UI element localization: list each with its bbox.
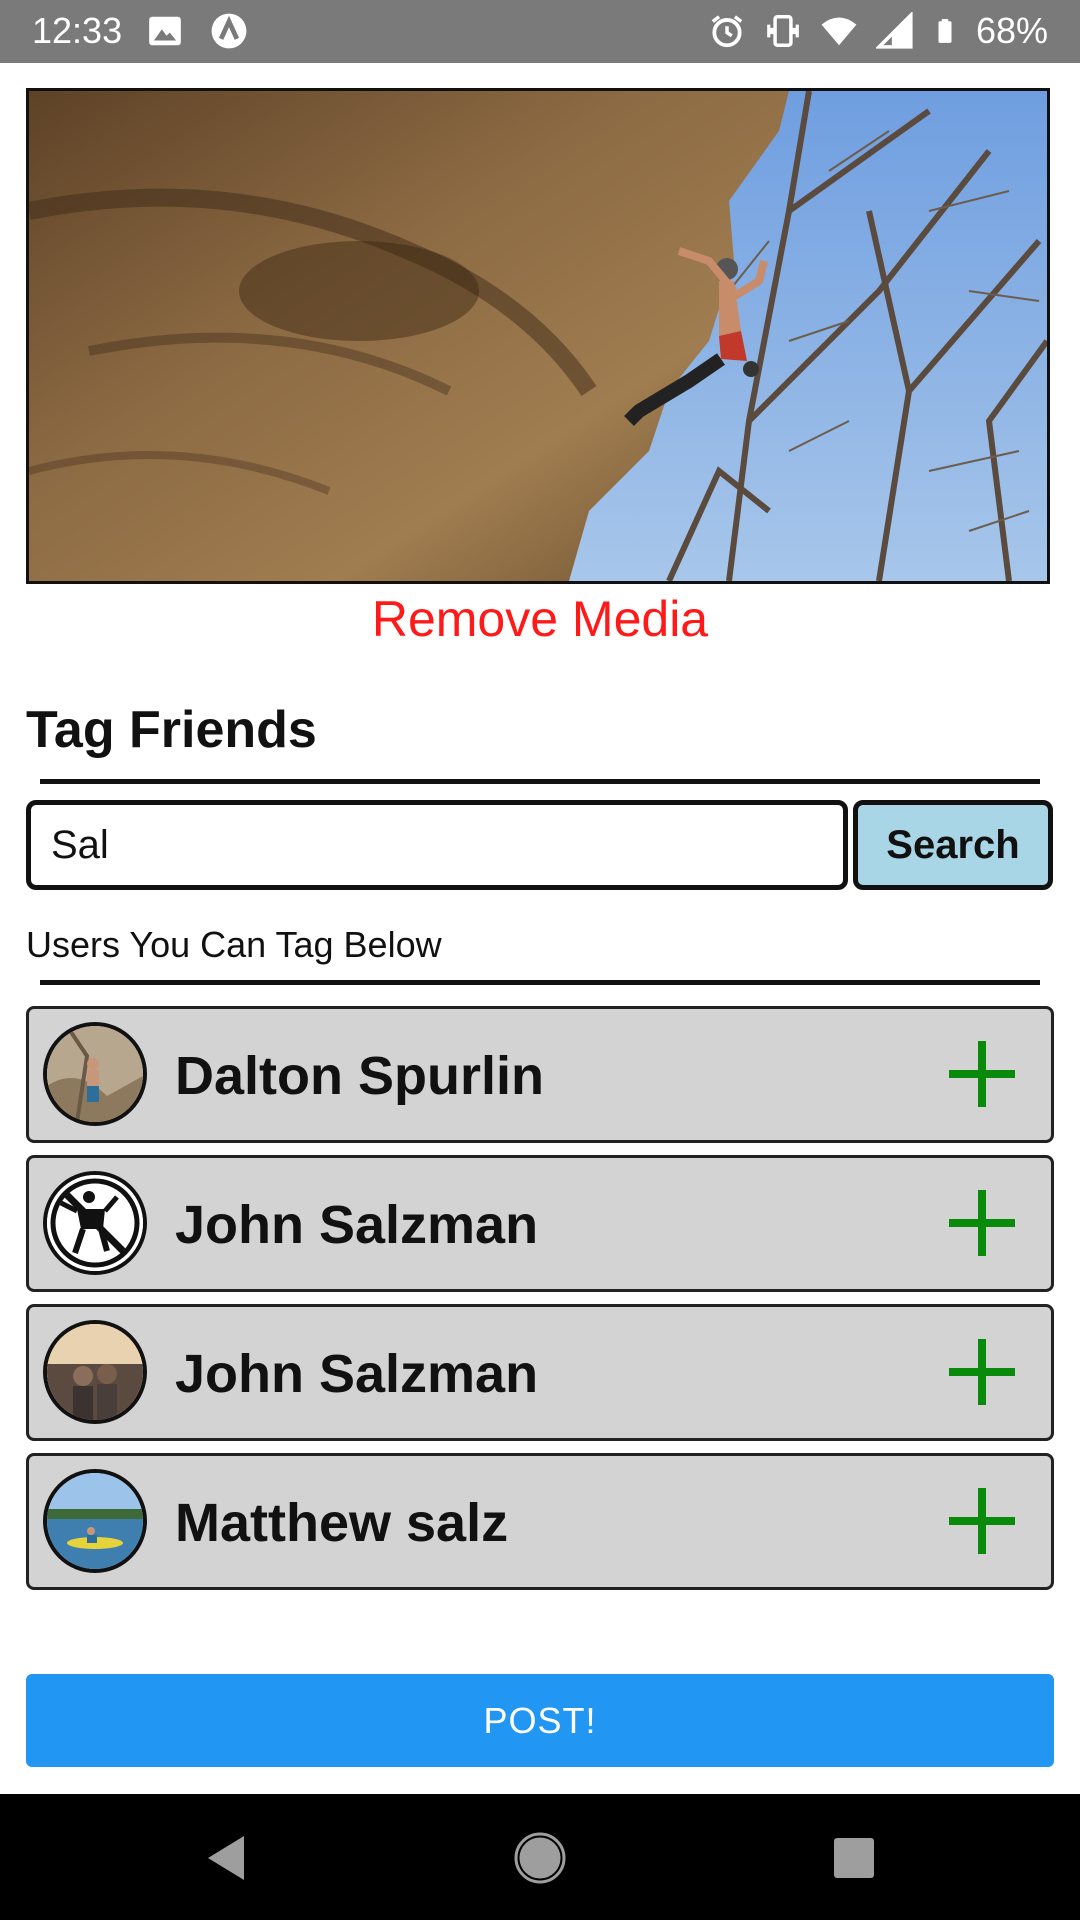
status-bar: 12:33 68%	[0, 0, 1080, 63]
plus-icon[interactable]	[947, 1337, 1017, 1407]
battery-percent: 68%	[975, 10, 1048, 51]
back-icon[interactable]	[196, 1828, 256, 1888]
search-input[interactable]	[26, 800, 848, 890]
user-name: Dalton Spurlin	[175, 1046, 544, 1106]
tag-friends-heading: Tag Friends	[26, 701, 317, 759]
user-row[interactable]: John Salzman	[26, 1155, 1054, 1292]
user-name: Matthew salz	[175, 1493, 509, 1553]
user-row[interactable]: Matthew salz	[26, 1453, 1054, 1590]
users-list-label: Users You Can Tag Below	[26, 924, 442, 965]
media-preview	[26, 88, 1050, 584]
user-name: John Salzman	[175, 1195, 539, 1255]
battery-icon	[938, 19, 952, 43]
wifi-icon	[821, 17, 857, 46]
app-icon	[211, 13, 247, 49]
home-icon[interactable]	[510, 1828, 570, 1888]
plus-icon[interactable]	[947, 1039, 1017, 1109]
user-row[interactable]: John Salzman	[26, 1304, 1054, 1441]
user-name: John Salzman	[175, 1344, 539, 1404]
signal-icon	[875, 12, 913, 49]
recents-icon[interactable]	[824, 1828, 884, 1888]
image-icon	[149, 16, 181, 46]
user-row[interactable]: Dalton Spurlin	[26, 1006, 1054, 1143]
vibrate-icon	[767, 15, 799, 47]
post-button[interactable]: POST!	[26, 1674, 1054, 1767]
search-button[interactable]: Search	[853, 800, 1053, 890]
avatar	[43, 1469, 147, 1573]
divider	[40, 779, 1040, 784]
plus-icon[interactable]	[947, 1188, 1017, 1258]
remove-media-button[interactable]: Remove Media	[0, 590, 1080, 648]
avatar	[43, 1171, 147, 1275]
divider	[40, 980, 1040, 985]
plus-icon[interactable]	[947, 1486, 1017, 1556]
status-time: 12:33	[32, 10, 123, 51]
avatar	[43, 1320, 147, 1424]
navigation-bar	[0, 1794, 1080, 1920]
alarm-icon	[711, 15, 743, 48]
avatar	[43, 1022, 147, 1126]
climbing-photo	[29, 91, 1047, 581]
